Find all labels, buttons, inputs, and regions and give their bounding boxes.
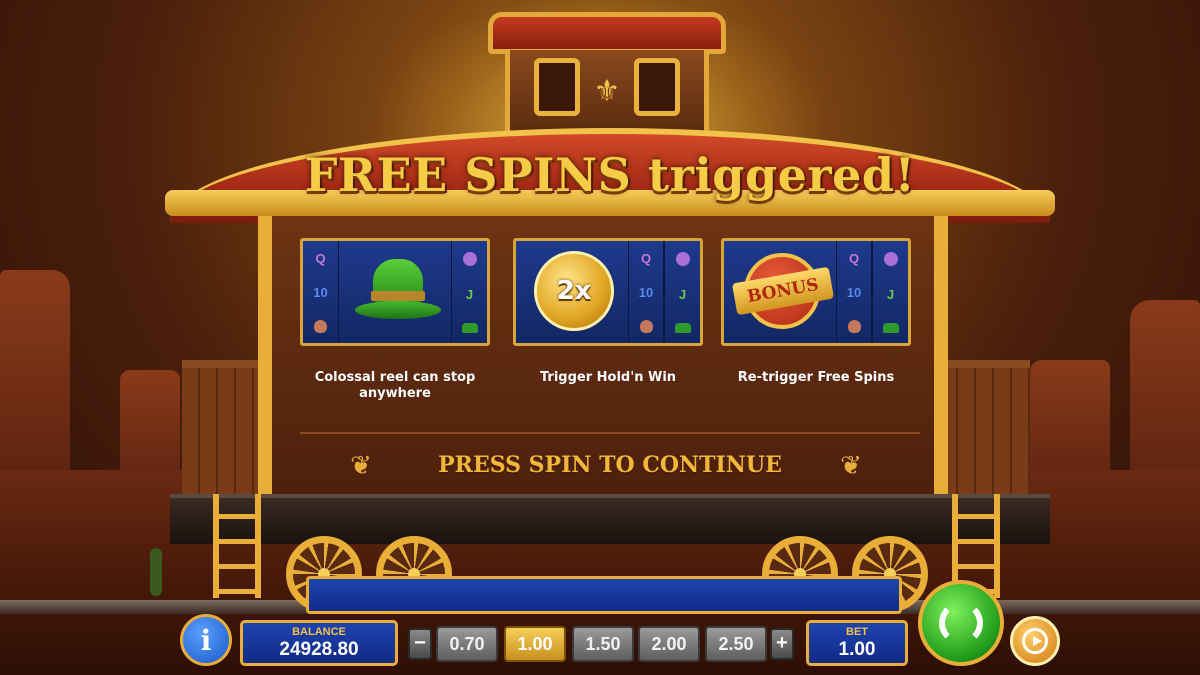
- fleur-ornament-icon: ⚜: [593, 75, 621, 108]
- divider: [300, 432, 920, 434]
- bet-option[interactable]: 1.50: [572, 626, 634, 662]
- free-spins-title: FREE SPINS triggered!: [304, 148, 916, 202]
- press-spin-prompt: PRESS SPIN TO CONTINUE: [438, 452, 782, 478]
- car-end-right: [940, 360, 1030, 500]
- feature-caption: Colossal reel can stop anywhere: [314, 370, 476, 401]
- feature-colossal-reel: Q 10 J Colossal reel can stop anywhere: [300, 238, 490, 408]
- bet-value: 1.00: [838, 639, 876, 660]
- cactus: [150, 548, 162, 596]
- balance-value: 24928.80: [279, 639, 359, 660]
- flower-icon: [462, 251, 477, 266]
- symbol-j: J: [465, 286, 474, 302]
- bet-increase-button[interactable]: +: [770, 628, 794, 660]
- cupola-window: [534, 58, 580, 116]
- bet-panel: BET 1.00: [806, 620, 908, 666]
- multiplier-label: 2x: [556, 276, 592, 306]
- reel-strip: J: [664, 241, 700, 343]
- game-scene: ⚜ FREE SPINS triggered! Q 10 J Colossal …: [0, 0, 1200, 675]
- reel-strip: Q 10: [628, 241, 664, 343]
- cupola-window: [634, 58, 680, 116]
- symbol-q: Q: [848, 250, 860, 266]
- scroll-ornament-icon: ❦: [840, 450, 862, 480]
- bonus-label: BONUS: [745, 274, 821, 308]
- autoplay-button[interactable]: [1010, 616, 1060, 666]
- reel-strip: J: [872, 241, 908, 343]
- rock-mesa: [0, 270, 70, 500]
- train-chassis: [170, 494, 1050, 544]
- play-icon: [1022, 628, 1048, 654]
- symbol-j: J: [678, 286, 687, 302]
- hat-icon: [461, 322, 478, 333]
- bet-option[interactable]: 0.70: [436, 626, 498, 662]
- bet-label: BET: [846, 626, 868, 638]
- balance-panel: BALANCE 24928.80: [240, 620, 398, 666]
- ladder: [213, 494, 261, 598]
- feature-caption: Trigger Hold'n Win: [539, 370, 677, 385]
- symbol-q: Q: [315, 250, 326, 266]
- info-button[interactable]: i: [180, 614, 232, 666]
- feature-list: Q 10 J Colossal reel can stop anywhere 2…: [300, 238, 912, 428]
- flower-icon: [675, 251, 690, 266]
- symbol-10: 10: [846, 285, 862, 301]
- money-bag-icon: [639, 320, 653, 334]
- feature-tile: BONUS Q 10 J: [721, 238, 911, 346]
- bet-option[interactable]: 2.00: [638, 626, 700, 662]
- bet-decrease-button[interactable]: −: [408, 628, 432, 660]
- symbol-q: Q: [640, 250, 652, 266]
- scroll-ornament-icon: ❦: [350, 450, 372, 480]
- reel-strip: J: [451, 241, 487, 343]
- feature-hold-n-win: 2x Q 10 J Trigger Hold'n Win: [513, 238, 703, 408]
- message-bar: [306, 576, 902, 614]
- money-bag-icon: [314, 320, 327, 334]
- refresh-icon: [939, 601, 983, 645]
- flower-icon: [883, 251, 898, 266]
- green-hat-icon: [355, 255, 441, 331]
- symbol-10: 10: [638, 285, 654, 301]
- spin-button[interactable]: [918, 580, 1004, 666]
- cupola-roof: [488, 12, 726, 54]
- bet-option-selected[interactable]: 1.00: [504, 626, 566, 662]
- feature-tile: 2x Q 10 J: [513, 238, 703, 346]
- money-bag-icon: [847, 320, 861, 334]
- hat-icon: [674, 322, 691, 333]
- 2x-coin-icon: 2x: [534, 251, 614, 331]
- symbol-j: J: [886, 286, 895, 302]
- feature-caption: Re-trigger Free Spins: [737, 370, 895, 385]
- hat-icon: [882, 322, 899, 333]
- reel-strip: Q 10: [303, 241, 339, 343]
- reel-strip: Q 10: [836, 241, 872, 343]
- feature-retrigger: BONUS Q 10 J Re-trigger Free Spins: [721, 238, 911, 408]
- feature-tile: Q 10 J: [300, 238, 490, 346]
- cupola: ⚜: [505, 50, 709, 135]
- balance-label: BALANCE: [292, 626, 346, 638]
- bet-option[interactable]: 2.50: [705, 626, 767, 662]
- symbol-10: 10: [313, 285, 328, 301]
